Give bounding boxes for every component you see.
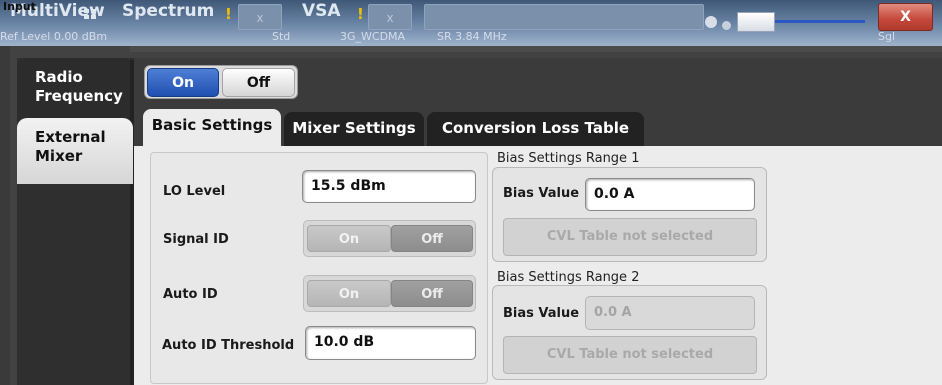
tab-vsa-close[interactable]: x: [368, 4, 412, 30]
zoom-slider-track[interactable]: [775, 20, 865, 23]
close-icon: x: [256, 11, 264, 25]
std-label: Std: [272, 30, 291, 43]
tab-empty[interactable]: [424, 4, 704, 30]
state-off-button[interactable]: Off: [222, 68, 295, 97]
dialog-top-border: [130, 46, 942, 52]
lo-level-field[interactable]: 15.5 dBm: [302, 170, 476, 203]
side-tab-label: Frequency: [35, 87, 123, 105]
signal-id-on[interactable]: On: [307, 225, 391, 252]
signal-id-off[interactable]: Off: [391, 225, 473, 252]
bias-value-2-label: Bias Value: [503, 306, 580, 321]
tab-spectrum-close[interactable]: x: [238, 4, 282, 30]
auto-id-toggle: On Off: [303, 275, 476, 312]
tab-spectrum[interactable]: Spectrum: [122, 1, 214, 21]
sample-rate: SR 3.84 MHz: [437, 30, 507, 43]
auto-id-threshold-field[interactable]: 10.0 dB: [305, 326, 476, 360]
close-icon: x: [386, 11, 394, 25]
cvl-table-1-button[interactable]: CVL Table not selected: [503, 218, 757, 256]
tab-mixer-settings[interactable]: Mixer Settings: [284, 112, 424, 146]
side-tab-external-mixer[interactable]: External Mixer: [17, 118, 133, 184]
side-tab-label: Radio: [35, 68, 83, 86]
auto-id-on[interactable]: On: [307, 280, 391, 307]
warning-icon: !: [357, 5, 364, 23]
auto-id-label: Auto ID: [163, 287, 218, 302]
dialog-close-button[interactable]: X: [878, 3, 933, 31]
bias-value-1-field[interactable]: 0.0 A: [585, 178, 755, 211]
side-tab-radio-frequency[interactable]: Radio Frequency: [17, 58, 133, 120]
tab-conversion-loss-table[interactable]: Conversion Loss Table: [427, 112, 644, 146]
sgl-label: Sgl: [878, 30, 896, 43]
ref-level: Ref Level 0.00 dBm: [0, 30, 108, 43]
bias-range-2-title: Bias Settings Range 2: [497, 270, 640, 285]
tab-vsa[interactable]: VSA: [302, 1, 341, 21]
cvl-table-2-button[interactable]: CVL Table not selected: [503, 336, 757, 374]
bias-value-2-field[interactable]: 0.0 A: [585, 296, 755, 330]
side-tab-label: External: [35, 128, 106, 146]
state-on-button[interactable]: On: [147, 68, 219, 97]
input-label: Input: [3, 0, 36, 13]
auto-id-off[interactable]: Off: [391, 280, 473, 307]
side-tab-label: Mixer: [35, 147, 83, 165]
standard-value: 3G_WCDMA: [340, 30, 406, 43]
grid-icon: [84, 6, 98, 19]
indicator-dot: [722, 21, 731, 30]
lo-level-label: LO Level: [163, 184, 226, 199]
bias-value-1-label: Bias Value: [503, 186, 580, 201]
tab-basic-settings[interactable]: Basic Settings: [143, 109, 281, 146]
signal-id-toggle: On Off: [303, 220, 476, 257]
signal-id-label: Signal ID: [163, 232, 229, 247]
bias-range-1-title: Bias Settings Range 1: [497, 151, 640, 166]
zoom-slider-thumb[interactable]: [737, 12, 775, 32]
auto-id-threshold-label: Auto ID Threshold: [162, 338, 295, 353]
indicator-dot: [705, 16, 717, 28]
warning-icon: !: [225, 5, 232, 23]
